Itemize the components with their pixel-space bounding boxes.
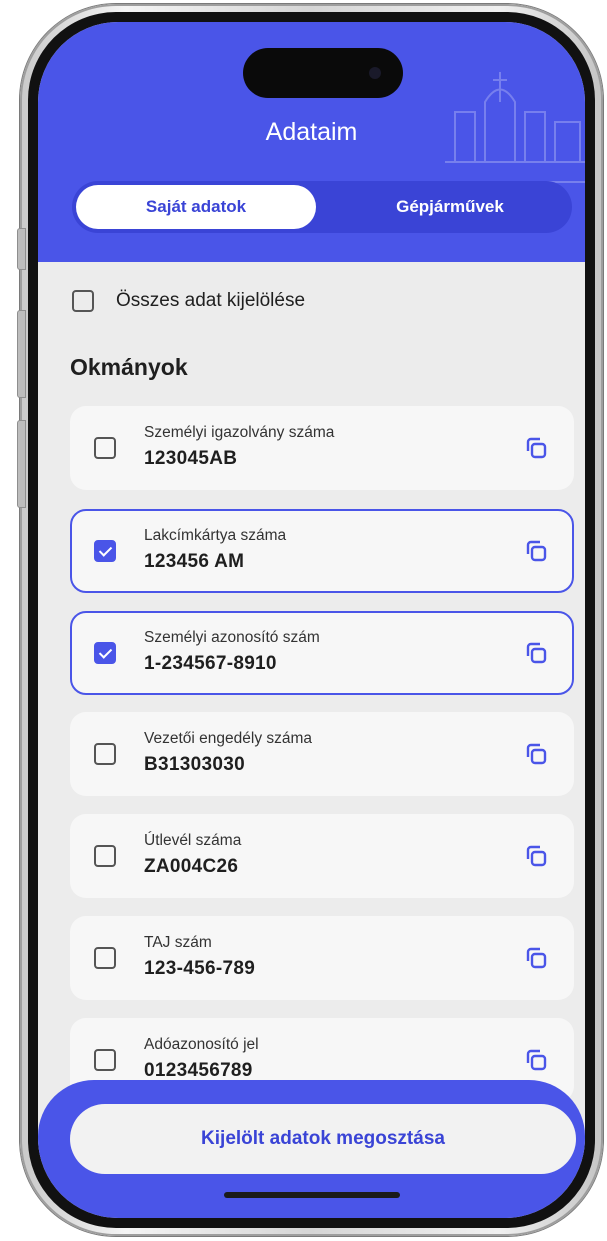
document-checkbox[interactable]: [94, 1049, 116, 1071]
copy-icon[interactable]: [522, 639, 550, 667]
document-label: Vezetői engedély száma: [144, 730, 313, 747]
page-title: Adataim: [265, 118, 358, 146]
document-checkbox[interactable]: [94, 540, 116, 562]
copy-icon[interactable]: [522, 944, 550, 972]
home-indicator: [224, 1192, 400, 1198]
document-card-utlevel[interactable]: Útlevél száma ZA004C26: [70, 814, 574, 898]
document-card-lakcimkartya[interactable]: Lakcímkártya száma 123456 AM: [70, 509, 574, 593]
select-all-row[interactable]: Összes adat kijelölése: [72, 286, 305, 316]
document-label: Személyi azonosító szám: [144, 629, 320, 646]
document-value: 0123456789: [144, 1060, 253, 1081]
select-all-checkbox[interactable]: [72, 290, 94, 312]
volume-up-button: [17, 310, 26, 398]
dynamic-island: [243, 48, 403, 98]
copy-icon[interactable]: [522, 537, 550, 565]
document-checkbox[interactable]: [94, 642, 116, 664]
copy-icon[interactable]: [522, 434, 550, 462]
document-checkbox[interactable]: [94, 743, 116, 765]
document-card-szemelyi-igazolvany[interactable]: Személyi igazolvány száma 123045AB: [70, 406, 574, 490]
share-selected-button[interactable]: Kijelölt adatok megosztása: [70, 1104, 576, 1174]
document-checkbox[interactable]: [94, 947, 116, 969]
document-checkbox[interactable]: [94, 845, 116, 867]
document-label: TAJ szám: [144, 934, 212, 951]
document-value: 123-456-789: [144, 958, 256, 979]
document-value: B31303030: [144, 754, 245, 775]
volume-down-button: [17, 420, 26, 508]
copy-icon[interactable]: [522, 842, 550, 870]
segmented-control: Saját adatok Gépjárművek: [72, 181, 572, 233]
document-label: Lakcímkártya száma: [144, 527, 287, 544]
document-value: 123456 AM: [144, 551, 245, 572]
copy-icon[interactable]: [522, 1046, 550, 1074]
document-card-szemelyi-azonosito[interactable]: Személyi azonosító szám 1-234567-8910: [70, 611, 574, 695]
mute-switch: [17, 228, 26, 270]
select-all-label: Összes adat kijelölése: [116, 290, 306, 311]
tab-gepjarmuvek[interactable]: Gépjárművek: [332, 185, 568, 229]
tab-sajat-adatok[interactable]: Saját adatok: [76, 185, 316, 229]
screen: Adataim Saját adatok Gépjárművek Összes …: [38, 22, 585, 1218]
document-label: Adóazonosító jel: [144, 1036, 259, 1053]
document-label: Útlevél száma: [144, 832, 242, 849]
document-value: 1-234567-8910: [144, 653, 277, 674]
document-value: ZA004C26: [144, 856, 239, 877]
copy-icon[interactable]: [522, 740, 550, 768]
document-checkbox[interactable]: [94, 437, 116, 459]
header: Adataim Saját adatok Gépjárművek: [38, 22, 585, 262]
document-card-vezetoi-engedely[interactable]: Vezetői engedély száma B31303030: [70, 712, 574, 796]
section-title: Okmányok: [70, 354, 188, 380]
document-value: 123045AB: [144, 448, 238, 469]
document-card-taj[interactable]: TAJ szám 123-456-789: [70, 916, 574, 1000]
document-label: Személyi igazolvány száma: [144, 424, 335, 441]
